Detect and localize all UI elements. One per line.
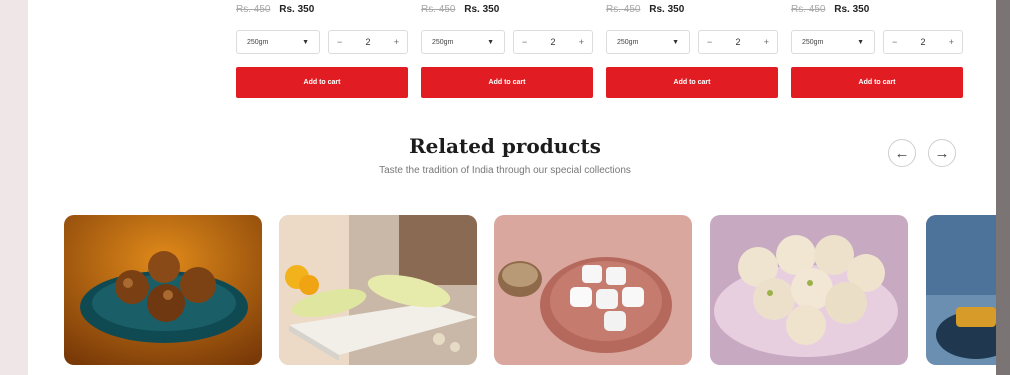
quantity-stepper: − 2 +: [698, 30, 778, 54]
old-price: Rs. 450: [606, 4, 641, 15]
increment-button[interactable]: +: [394, 37, 399, 47]
increment-button[interactable]: +: [579, 37, 584, 47]
quantity-value[interactable]: 2: [550, 37, 555, 47]
carousel-next-button[interactable]: →: [928, 139, 956, 167]
arrow-left-icon: ←: [894, 144, 910, 162]
product-card: Rs. 450 Rs. 350 250gm ▼ − 2 + Add to car…: [421, 0, 593, 100]
weight-value: 250gm: [802, 38, 824, 46]
rasgulla-bowl-image: [494, 215, 692, 365]
weight-value: 250gm: [247, 38, 269, 46]
quantity-stepper: − 2 +: [513, 30, 593, 54]
add-to-cart-button[interactable]: Add to cart: [791, 67, 963, 98]
old-price: Rs. 450: [236, 4, 271, 15]
chevron-down-icon: ▼: [487, 38, 494, 46]
decrement-button[interactable]: −: [337, 37, 342, 47]
price-row: Rs. 450 Rs. 350: [236, 4, 314, 15]
carousel-prev-button[interactable]: ←: [888, 139, 916, 167]
weight-select[interactable]: 250gm ▼: [421, 30, 505, 54]
new-price: Rs. 350: [279, 4, 315, 15]
chevron-down-icon: ▼: [302, 38, 309, 46]
coconut-laddoo-image: [710, 215, 908, 365]
product-controls: 250gm ▼ − 2 +: [791, 30, 963, 54]
price-row: Rs. 450 Rs. 350: [791, 4, 869, 15]
chevron-down-icon: ▼: [672, 38, 679, 46]
quantity-stepper: − 2 +: [328, 30, 408, 54]
related-products-title: Related products: [409, 134, 601, 158]
related-product-image[interactable]: [279, 215, 477, 365]
quantity-value[interactable]: 2: [365, 37, 370, 47]
weight-value: 250gm: [617, 38, 639, 46]
new-price: Rs. 350: [464, 4, 500, 15]
product-controls: 250gm ▼ − 2 +: [606, 30, 778, 54]
add-to-cart-button[interactable]: Add to cart: [606, 67, 778, 98]
product-card: Rs. 450 Rs. 350 250gm ▼ − 2 + Add to car…: [791, 0, 963, 100]
add-to-cart-button[interactable]: Add to cart: [236, 67, 408, 98]
product-card: Rs. 450 Rs. 350 250gm ▼ − 2 + Add to car…: [236, 0, 408, 100]
new-price: Rs. 350: [834, 4, 870, 15]
weight-select[interactable]: 250gm ▼: [236, 30, 320, 54]
price-row: Rs. 450 Rs. 350: [606, 4, 684, 15]
add-to-cart-button[interactable]: Add to cart: [421, 67, 593, 98]
old-price: Rs. 450: [791, 4, 826, 15]
decrement-button[interactable]: −: [892, 37, 897, 47]
increment-button[interactable]: +: [949, 37, 954, 47]
chevron-down-icon: ▼: [857, 38, 864, 46]
arrow-right-icon: →: [934, 144, 950, 162]
old-price: Rs. 450: [421, 4, 456, 15]
related-product-image[interactable]: [710, 215, 908, 365]
decrement-button[interactable]: −: [522, 37, 527, 47]
quantity-value[interactable]: 2: [920, 37, 925, 47]
product-grid: Rs. 450 Rs. 350 250gm ▼ − 2 + Add to car…: [236, 0, 976, 100]
new-price: Rs. 350: [649, 4, 685, 15]
weight-value: 250gm: [432, 38, 454, 46]
related-product-image[interactable]: [494, 215, 692, 365]
decrement-button[interactable]: −: [707, 37, 712, 47]
product-controls: 250gm ▼ − 2 +: [421, 30, 593, 54]
related-products-subtitle: Taste the tradition of India through our…: [379, 165, 631, 176]
product-card: Rs. 450 Rs. 350 250gm ▼ − 2 + Add to car…: [606, 0, 778, 100]
product-controls: 250gm ▼ − 2 +: [236, 30, 408, 54]
increment-button[interactable]: +: [764, 37, 769, 47]
quantity-value[interactable]: 2: [735, 37, 740, 47]
price-row: Rs. 450 Rs. 350: [421, 4, 499, 15]
related-product-image[interactable]: [64, 215, 262, 365]
laddoo-plate-image: [64, 215, 262, 365]
sweet-box-image: [926, 215, 996, 365]
weight-select[interactable]: 250gm ▼: [606, 30, 690, 54]
scrollbar[interactable]: [996, 0, 1010, 375]
related-product-image[interactable]: [926, 215, 996, 365]
kulfi-roll-image: [279, 215, 477, 365]
weight-select[interactable]: 250gm ▼: [791, 30, 875, 54]
quantity-stepper: − 2 +: [883, 30, 963, 54]
